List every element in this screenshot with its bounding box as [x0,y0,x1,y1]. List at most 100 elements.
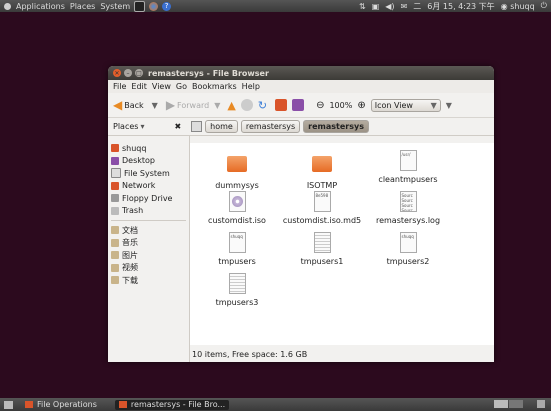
reload-icon[interactable]: ↻ [258,99,267,112]
music-folder-icon [111,238,119,247]
computer-icon[interactable] [292,99,305,111]
volume-icon[interactable]: ◀) [385,2,394,11]
help-icon[interactable]: ? [162,1,172,11]
file-name: remastersys.log [375,216,441,225]
file-preview: shuqq [401,234,414,239]
clock[interactable]: 6月 15, 4:23 下午 [427,1,494,12]
clock-day[interactable]: 二 [413,1,421,12]
back-history-dropdown[interactable]: ▼ [152,101,158,110]
file-item-folder[interactable]: dummysys [197,150,277,190]
sidebar-item-label: 视频 [122,263,138,273]
file-browser-window: ✕ – □ remastersys - File Browser File Ed… [108,66,494,362]
file-preview: Sourc Sourc Sourc Sourc [401,193,413,212]
network-folder-icon [111,181,119,190]
forward-arrow-icon: ▶ [165,98,176,112]
file-name: customdist.iso [208,216,266,225]
menu-help[interactable]: Help [242,82,260,91]
close-button[interactable]: ✕ [113,69,121,77]
trash-icon[interactable] [537,400,545,408]
sidebar-item-documents[interactable]: 文档 [108,224,189,237]
toolbar-overflow-icon[interactable]: ▼ [446,101,452,110]
file-name: dummysys [215,181,259,190]
text-file-icon [313,232,331,253]
sidebar-item-filesystem[interactable]: File System [108,167,189,180]
menu-edit[interactable]: Edit [131,82,147,91]
mail-icon[interactable]: ✉ [401,2,408,11]
forward-button[interactable]: ▶ Forward [166,98,209,112]
close-sidebar-icon[interactable]: ✖ [174,122,181,131]
terminal-icon[interactable] [134,0,146,12]
breadcrumb-remastersys-parent[interactable]: remastersys [240,120,301,133]
downloads-folder-icon [111,276,119,285]
file-item-document[interactable]: tmpusers1 [282,232,362,266]
file-item-folder[interactable]: ISOTMP [282,150,362,190]
titlebar[interactable]: ✕ – □ remastersys - File Browser [108,66,494,80]
workspace-switcher[interactable] [494,400,523,408]
file-operations-icon [25,401,33,408]
forward-history-dropdown[interactable]: ▼ [214,101,220,110]
menu-bookmarks[interactable]: Bookmarks [192,82,237,91]
file-item-document[interactable]: 8e598 customdist.iso.md5 [282,191,362,225]
network-icon[interactable]: ⇅ [359,2,366,11]
menu-places[interactable]: Places [70,2,95,11]
menu-system[interactable]: System [100,2,130,11]
places-label[interactable]: Places [113,122,138,131]
sidebar-item-pictures[interactable]: 图片 [108,249,189,262]
sidebar-item-music[interactable]: 音乐 [108,237,189,250]
chevron-down-icon: ▼ [430,100,437,110]
sidebar-item-downloads[interactable]: 下载 [108,274,189,287]
show-desktop-icon[interactable] [4,400,13,409]
user-menu[interactable]: ◉ shuqq [501,2,535,11]
status-bar: 10 items, Free space: 1.6 GB [190,347,494,362]
home-folder-icon [111,144,119,153]
sidebar-item-home[interactable]: shuqq [108,142,189,155]
maximize-button[interactable]: □ [135,69,143,77]
file-item-document[interactable]: tmpusers3 [197,273,277,307]
menu-applications[interactable]: Applications [16,2,65,11]
firefox-icon[interactable] [149,1,159,11]
task-file-operations[interactable]: File Operations [21,400,101,410]
file-item-document[interactable]: Sourc Sourc Sourc Sourc remastersys.log [368,191,448,225]
minimize-button[interactable]: – [124,69,132,77]
breadcrumb-remastersys-current[interactable]: remastersys [303,120,369,133]
breadcrumb-home[interactable]: home [205,120,238,133]
back-button[interactable]: ◀ Back [113,98,144,112]
file-item-document[interactable]: shuqq tmpusers2 [368,232,448,266]
file-item-document[interactable]: /usr/ cleantmpusers [368,150,448,184]
sidebar-item-videos[interactable]: 视频 [108,262,189,275]
ubuntu-logo-icon[interactable] [4,2,11,10]
text-file-icon: shuqq [399,232,417,253]
zoom-out-icon[interactable]: ⊖ [316,100,324,111]
user-icon: ◉ [500,1,511,11]
power-icon[interactable]: ⏻ [541,1,547,11]
text-file-icon: shuqq [228,232,246,253]
sidebar-item-floppy[interactable]: Floppy Drive [108,192,189,205]
view-mode-value: Icon View [374,100,413,110]
task-file-browser[interactable]: remastersys - File Bro... [114,399,230,410]
file-view[interactable]: dummysys ISOTMP /usr/ cleantmpusers cust… [190,143,494,345]
task-label: File Operations [37,400,97,409]
bottom-panel: File Operations remastersys - File Bro..… [0,398,551,411]
sidebar-item-network[interactable]: Network [108,180,189,193]
view-mode-select[interactable]: Icon View ▼ [370,98,441,112]
sidebar-item-desktop[interactable]: Desktop [108,155,189,168]
toggle-path-icon[interactable] [191,121,203,132]
sidebar-item-trash[interactable]: Trash [108,205,189,218]
sidebar-item-label: Floppy Drive [122,193,173,203]
menu-view[interactable]: View [152,82,171,91]
zoom-in-icon[interactable]: ⊕ [357,100,365,111]
menu-go[interactable]: Go [176,82,187,91]
menu-file[interactable]: File [113,82,126,91]
toolbar: ◀ Back ▼ ▶ Forward ▼ ▲ ↻ ⊖ 100% ⊕ Icon V… [108,93,494,118]
window-title: remastersys - File Browser [148,68,269,78]
up-icon[interactable]: ▲ [227,99,235,112]
chevron-down-icon[interactable]: ▾ [140,122,144,131]
file-name: tmpusers3 [215,298,259,307]
file-name: tmpusers [218,257,256,266]
file-item-document[interactable]: shuqq tmpusers [197,232,277,266]
display-icon[interactable]: ▣ [372,2,380,11]
file-item-iso[interactable]: customdist.iso [197,191,277,225]
home-icon[interactable] [275,99,288,111]
back-label: Back [124,100,144,110]
stop-icon[interactable] [240,99,253,111]
